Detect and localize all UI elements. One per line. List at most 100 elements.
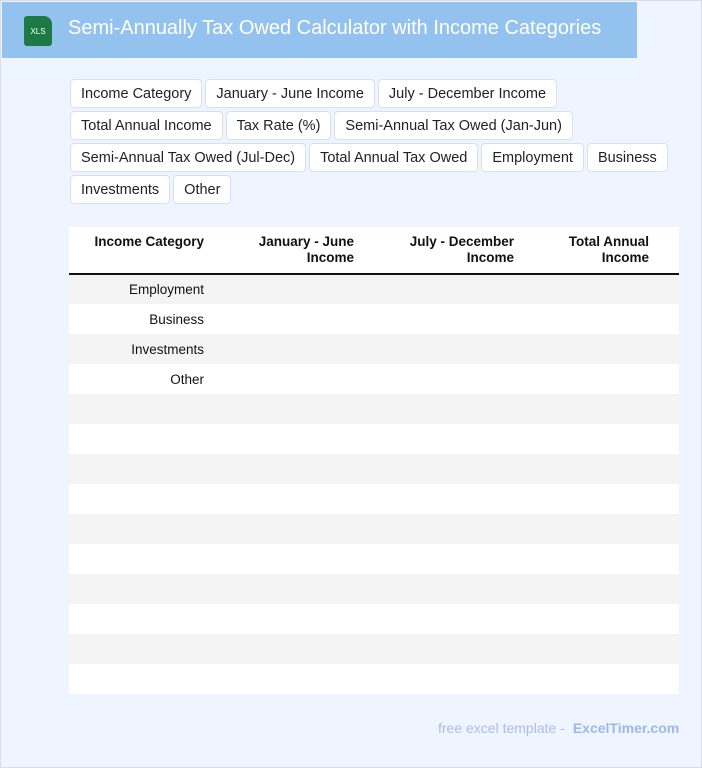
table-row: 7 bbox=[69, 484, 679, 514]
table-cell: Investments bbox=[79, 334, 214, 364]
table-row: 5 bbox=[69, 424, 679, 454]
table-cell bbox=[524, 484, 659, 514]
row-index: 11 bbox=[69, 604, 79, 634]
table-cell bbox=[524, 664, 659, 694]
column-header[interactable]: Total Annual Income bbox=[524, 227, 659, 275]
table-cell: Other bbox=[170, 371, 204, 387]
table-cell bbox=[659, 664, 679, 694]
xls-icon-label: XLS bbox=[30, 26, 46, 36]
table-cell bbox=[214, 664, 364, 694]
table-cell bbox=[79, 574, 214, 604]
table-cell bbox=[524, 424, 659, 454]
table-cell bbox=[659, 574, 679, 604]
column-tag[interactable]: Semi-Annual Tax Owed (Jul-Dec) bbox=[70, 143, 307, 172]
row-index: 10 bbox=[69, 574, 79, 604]
table-cell bbox=[659, 424, 679, 454]
table-row: 6 bbox=[69, 454, 679, 484]
column-tag[interactable]: Income Category bbox=[70, 79, 203, 108]
column-tag[interactable]: Semi-Annual Tax Owed (Jan-Jun) bbox=[334, 111, 573, 140]
column-tag[interactable]: Investments bbox=[70, 175, 171, 204]
table-cell bbox=[214, 334, 364, 364]
column-tag-list: Income Category January - June Income July… bbox=[70, 79, 685, 204]
table-cell bbox=[659, 364, 679, 394]
table-cell bbox=[214, 274, 364, 304]
table-cell bbox=[524, 454, 659, 484]
column-tag[interactable]: Business bbox=[586, 143, 668, 172]
column-tag[interactable]: Employment bbox=[481, 143, 584, 172]
row-index: 5 bbox=[69, 424, 79, 454]
column-tag[interactable]: July - December Income bbox=[377, 79, 558, 108]
brand-link[interactable]: ExcelTimer.com bbox=[573, 720, 679, 736]
row-index: 12 bbox=[69, 634, 79, 664]
table-cell bbox=[214, 514, 364, 544]
table-cell bbox=[524, 604, 659, 634]
data-table-scroll[interactable]: Income Category January - June Income July… bbox=[69, 227, 679, 694]
table-cell bbox=[364, 304, 524, 334]
table-cell bbox=[364, 574, 524, 604]
table-row: 2Investments bbox=[69, 334, 679, 364]
title-bar: XLS Semi-Annually Tax Owed Calculator wi… bbox=[2, 2, 637, 58]
row-index: 7 bbox=[69, 484, 79, 514]
table-cell bbox=[214, 424, 364, 454]
table-cell bbox=[214, 364, 364, 394]
table-row: 9 bbox=[69, 544, 679, 574]
table-cell bbox=[79, 424, 214, 454]
column-header[interactable]: Income Category bbox=[79, 227, 214, 275]
table-cell bbox=[524, 574, 659, 604]
table-cell bbox=[524, 544, 659, 574]
table-cell bbox=[524, 364, 659, 394]
column-tag[interactable]: Other bbox=[173, 175, 232, 204]
table-cell bbox=[524, 274, 659, 304]
table-row: 13 bbox=[69, 664, 679, 694]
table-cell bbox=[214, 544, 364, 574]
table-cell bbox=[364, 484, 524, 514]
table-cell: Business bbox=[149, 311, 204, 327]
column-tag[interactable]: January - June Income bbox=[205, 79, 375, 108]
table-cell bbox=[79, 664, 214, 694]
table-cell bbox=[364, 664, 524, 694]
column-header[interactable]: July - December Income bbox=[364, 227, 524, 275]
table-cell bbox=[79, 394, 214, 424]
table-cell bbox=[524, 514, 659, 544]
column-header[interactable] bbox=[69, 227, 79, 275]
table-cell bbox=[659, 604, 679, 634]
table-cell bbox=[524, 634, 659, 664]
table-cell bbox=[659, 514, 679, 544]
table-cell bbox=[364, 514, 524, 544]
column-header[interactable]: January - June Income bbox=[214, 227, 364, 275]
row-index: 6 bbox=[69, 454, 79, 484]
table-row: 8 bbox=[69, 514, 679, 544]
table-cell bbox=[214, 484, 364, 514]
table-cell bbox=[524, 334, 659, 364]
table-cell bbox=[364, 334, 524, 364]
table-cell bbox=[79, 484, 214, 514]
table-cell bbox=[79, 454, 214, 484]
table-row: 3 Other bbox=[69, 364, 679, 394]
page-title: Semi-Annually Tax Owed Calculator with I… bbox=[68, 17, 602, 39]
table-cell bbox=[659, 454, 679, 484]
column-tag[interactable]: Total Annual Tax Owed bbox=[309, 143, 479, 172]
row-index: 8 bbox=[69, 514, 79, 544]
footer-text: free excel template - bbox=[438, 720, 565, 736]
table-cell: Employment bbox=[79, 274, 214, 304]
table-cell bbox=[364, 454, 524, 484]
table-row: 4 bbox=[69, 394, 679, 424]
footer: free excel template - ExcelTimer.com bbox=[438, 720, 679, 736]
row-index: 13 bbox=[69, 664, 79, 694]
table-cell bbox=[79, 604, 214, 634]
table-cell bbox=[364, 544, 524, 574]
column-header[interactable]: Tax Rate (%) bbox=[659, 227, 679, 275]
table-row: 10 bbox=[69, 574, 679, 604]
table-row: 11 bbox=[69, 604, 679, 634]
table-cell bbox=[659, 544, 679, 574]
column-tag[interactable]: Tax Rate (%) bbox=[225, 111, 332, 140]
table-cell bbox=[524, 394, 659, 424]
table-cell bbox=[659, 334, 679, 364]
row-index: 2 bbox=[69, 334, 79, 364]
table-cell bbox=[79, 544, 214, 574]
column-tag[interactable]: Total Annual Income bbox=[70, 111, 223, 140]
row-index: 4 bbox=[69, 394, 79, 424]
table-cell bbox=[364, 634, 524, 664]
table-cell bbox=[214, 304, 364, 334]
row-index: 9 bbox=[69, 544, 79, 574]
